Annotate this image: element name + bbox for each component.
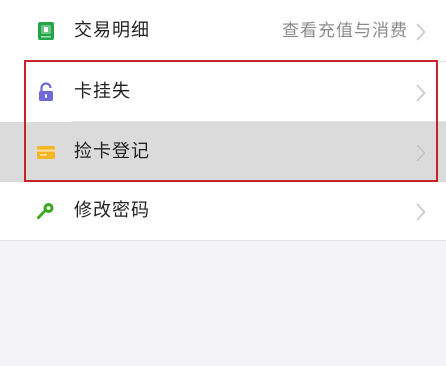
menu-item-label: 交易明细 (74, 20, 150, 41)
chevron-right-icon (416, 84, 426, 102)
menu-item-label: 修改密码 (74, 200, 150, 221)
wallet-icon (38, 22, 54, 40)
chevron-right-icon (416, 144, 426, 162)
chevron-right-icon (416, 23, 426, 41)
menu-list: 交易明细 查看充值与消费 卡挂失 捡卡登记 修改密码 (0, 0, 446, 241)
chevron-right-icon (416, 203, 426, 221)
card-icon (37, 146, 55, 159)
lock-icon (39, 82, 53, 101)
key-icon (37, 203, 54, 219)
menu-item-report-loss[interactable]: 卡挂失 (0, 62, 446, 122)
menu-item-label: 捡卡登记 (74, 141, 150, 162)
menu-item-transactions[interactable]: 交易明细 查看充值与消费 (0, 0, 446, 62)
divider (0, 240, 446, 241)
menu-item-change-password[interactable]: 修改密码 (0, 182, 446, 241)
menu-item-label: 卡挂失 (74, 81, 131, 102)
menu-item-found-card[interactable]: 捡卡登记 (0, 122, 446, 182)
menu-item-detail: 查看充值与消费 (282, 21, 408, 41)
